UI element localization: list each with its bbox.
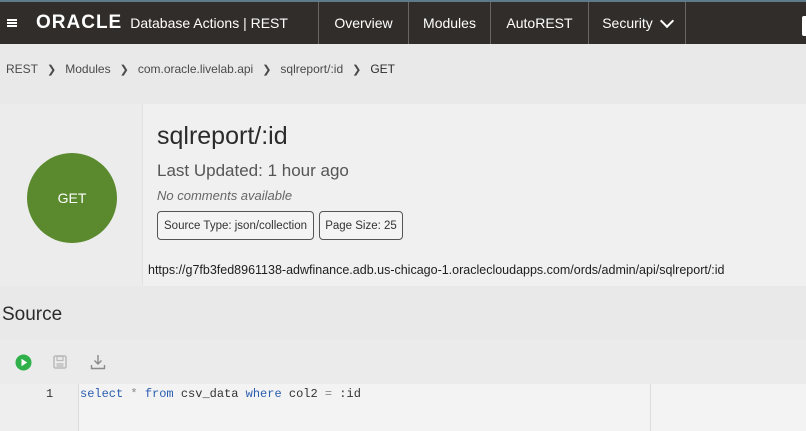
method-panel: GET: [0, 104, 143, 286]
code-token: =: [324, 387, 333, 401]
tab-modules[interactable]: Modules: [408, 2, 490, 44]
top-navigation-bar: ORACLE Database Actions | REST Overview …: [0, 0, 806, 44]
breadcrumb-modules[interactable]: Modules: [65, 62, 110, 76]
breadcrumb-rest[interactable]: REST: [6, 62, 38, 76]
tab-label: Overview: [334, 15, 393, 31]
breadcrumb: REST ❯ Modules ❯ com.oracle.livelab.api …: [6, 62, 395, 76]
download-icon: [90, 355, 106, 370]
tab-security[interactable]: Security: [588, 2, 686, 44]
chevron-down-icon: [659, 13, 674, 29]
app-title: Database Actions | REST: [130, 15, 288, 31]
code-line[interactable]: select * from csv_data where col2 = :id: [80, 387, 361, 401]
editor-toolbar: [0, 340, 806, 384]
handler-title: sqlreport/:id: [157, 122, 288, 150]
sql-editor[interactable]: 1 select * from csv_data where col2 = :i…: [0, 384, 806, 431]
download-button[interactable]: [88, 352, 108, 372]
code-token: csv_data: [173, 387, 246, 401]
source-heading: Source: [2, 304, 63, 325]
last-updated: Last Updated: 1 hour ago: [157, 161, 349, 180]
chevron-right-icon: ❯: [262, 63, 272, 76]
tab-label: Security: [602, 15, 653, 31]
source-type-chip: Source Type: json/collection: [157, 211, 314, 240]
oracle-logo: ORACLE: [36, 12, 123, 33]
save-button[interactable]: [50, 352, 70, 372]
line-number: 1: [46, 387, 54, 401]
breadcrumb-current: GET: [370, 62, 396, 76]
run-icon: [15, 354, 31, 370]
breadcrumb-template[interactable]: sqlreport/:id: [280, 62, 343, 76]
tab-label: Modules: [423, 15, 476, 31]
tab-autorest[interactable]: AutoREST: [490, 2, 588, 44]
menu-button[interactable]: [0, 2, 24, 44]
code-token: from: [144, 387, 174, 401]
code-token: :id: [332, 387, 361, 401]
code-token: where: [245, 387, 282, 401]
brand: ORACLE Database Actions | REST: [24, 2, 318, 44]
comments-text: No comments available: [157, 188, 293, 203]
page-size-chip: Page Size: 25: [319, 211, 403, 240]
run-button[interactable]: [13, 352, 33, 372]
hamburger-icon: [7, 19, 17, 27]
tab-label: AutoREST: [506, 15, 573, 31]
code-token: select: [80, 387, 124, 401]
method-badge: GET: [27, 153, 117, 243]
print-margin: [650, 384, 651, 431]
line-gutter: 1: [0, 384, 79, 431]
tab-overview[interactable]: Overview: [318, 2, 408, 44]
chevron-right-icon: ❯: [47, 63, 57, 76]
breadcrumb-module[interactable]: com.oracle.livelab.api: [138, 62, 253, 76]
chevron-right-icon: ❯: [352, 63, 362, 76]
chevron-right-icon: ❯: [119, 63, 129, 76]
handler-card: GET: [0, 104, 806, 286]
code-token: col2: [281, 387, 325, 401]
user-menu-edge[interactable]: [802, 16, 806, 36]
save-icon: [53, 355, 67, 369]
handler-url[interactable]: https://g7fb3fed8961138-adwfinance.adb.u…: [148, 263, 725, 277]
code-token: *: [130, 387, 138, 401]
